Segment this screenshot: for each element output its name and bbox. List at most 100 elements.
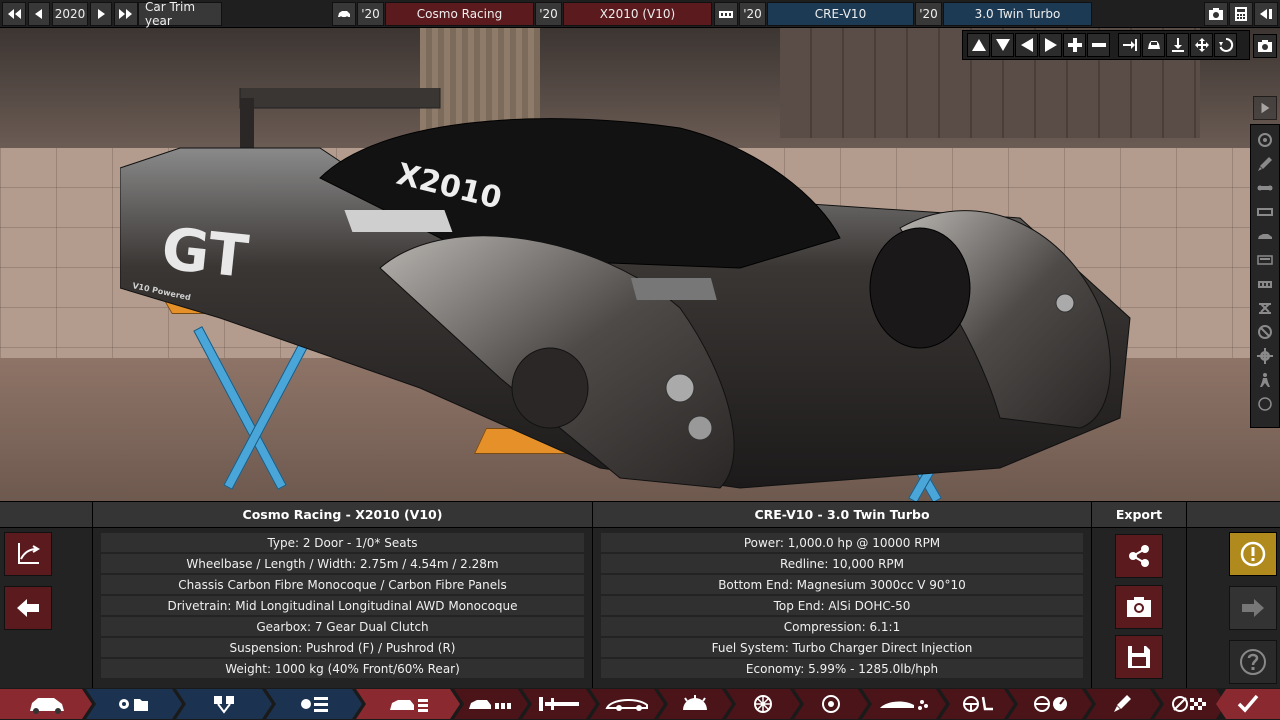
triangle-left-icon (1020, 38, 1033, 52)
lift-icon (1259, 303, 1271, 314)
next-year-button[interactable] (90, 2, 112, 26)
engine-icon-button[interactable] (714, 2, 738, 26)
triangle-up-icon (971, 39, 986, 51)
pan-button[interactable] (1190, 33, 1213, 57)
wheel-icon (733, 693, 793, 715)
car-profile-icon (597, 693, 657, 715)
model-selector[interactable]: X2010 (V10) (563, 2, 712, 26)
engine-variant-selector[interactable]: 3.0 Twin Turbo (943, 2, 1092, 26)
sidebar-suspension[interactable] (1253, 177, 1277, 199)
sidebar-driver[interactable] (1253, 369, 1277, 391)
car-3d-viewport[interactable]: GT V10 Powered X2010 (0, 28, 1280, 501)
nav-interior[interactable] (940, 689, 1014, 719)
nav-car-project[interactable] (356, 689, 460, 719)
car-info-chassis: Chassis Carbon Fibre Monocoque / Carbon … (101, 575, 584, 594)
finish-flag-icon (1160, 693, 1220, 715)
circle-icon (1258, 397, 1272, 411)
car-seats-icon (461, 693, 521, 715)
nav-body-style[interactable] (590, 689, 664, 719)
sidebar-lift[interactable] (1253, 297, 1277, 319)
sidebar-view[interactable] (1253, 393, 1277, 415)
confirm-button[interactable] (1216, 689, 1280, 719)
double-left-icon (8, 9, 21, 19)
variant-year: '20 (915, 2, 942, 26)
grille-sun-icon (665, 693, 725, 715)
exit-button[interactable] (1254, 2, 1278, 26)
car-info-drivetrain: Drivetrain: Mid Longitudinal Longitudina… (101, 596, 584, 615)
export-photo-button[interactable] (1115, 585, 1163, 629)
zoom-out-button[interactable] (1087, 33, 1110, 57)
nav-car-body[interactable] (454, 689, 528, 719)
arrow-left-icon (17, 599, 39, 617)
car-info-weight: Weight: 1000 kg (40% Front/60% Rear) (101, 659, 584, 678)
arrow-to-line-icon (1122, 39, 1137, 51)
screenshot-button[interactable] (1204, 2, 1228, 26)
sidebar-wheels[interactable] (1253, 129, 1277, 151)
graph-icon (18, 543, 40, 564)
stats-graph-button[interactable] (4, 532, 52, 576)
viewport-photo-button[interactable] (1253, 34, 1277, 58)
rotate-icon (1218, 37, 1233, 52)
person-icon (1260, 373, 1270, 387)
car-model-icon-button[interactable] (332, 2, 356, 26)
nav-testing[interactable] (1154, 689, 1226, 719)
menu-button[interactable] (1229, 2, 1253, 26)
tire-icon (1258, 325, 1272, 339)
engine-icon (719, 11, 733, 18)
sidebar-panel[interactable] (1253, 201, 1277, 223)
next-button[interactable] (1229, 586, 1277, 630)
warning-button[interactable] (1229, 532, 1277, 576)
forward-year-button[interactable] (114, 2, 138, 26)
nav-aero[interactable] (862, 689, 946, 719)
sidebar-fixtures[interactable] (1253, 249, 1277, 271)
part-selector-sidebar (1250, 124, 1280, 428)
sidebar-settings[interactable] (1253, 345, 1277, 367)
engine-info-title: CRE-V10 - 3.0 Twin Turbo (593, 502, 1091, 528)
calculator-icon (1235, 7, 1247, 21)
sidebar-body[interactable] (1253, 225, 1277, 247)
drop-down-button[interactable] (1166, 33, 1189, 57)
nav-paint[interactable] (1086, 689, 1160, 719)
zoom-in-button[interactable] (1063, 33, 1086, 57)
sidebar-engine[interactable] (1253, 273, 1277, 295)
gear-icon (1257, 348, 1273, 364)
engine-family-selector[interactable]: CRE-V10 (767, 2, 914, 26)
car-view-button[interactable] (1142, 33, 1165, 57)
nav-wheels[interactable] (726, 689, 800, 719)
nav-engine-parts[interactable] (176, 689, 272, 719)
side-panel-expand-button[interactable] (1253, 96, 1277, 120)
company-selector[interactable]: Cosmo Racing (385, 2, 534, 26)
designer-step-nav (0, 688, 1280, 720)
move-down-button[interactable] (991, 33, 1014, 57)
floppy-disk-icon (1128, 646, 1150, 668)
model-year: '20 (357, 2, 384, 26)
nav-chassis[interactable] (522, 689, 596, 719)
info-panel: Cosmo Racing - X2010 (V10) Type: 2 Door … (0, 501, 1280, 689)
snap-right-button[interactable] (1118, 33, 1141, 57)
race-car-model: GT V10 Powered X2010 (120, 88, 1131, 489)
help-button[interactable] (1229, 640, 1277, 684)
nav-engine-project[interactable] (86, 689, 182, 719)
engine-folder-icon (104, 693, 164, 715)
viewport-toolbar (962, 30, 1250, 60)
sidebar-tires[interactable] (1253, 321, 1277, 343)
car-decal-gt: GT (159, 214, 252, 291)
sidebar-paint[interactable] (1253, 153, 1277, 175)
back-button[interactable] (4, 586, 52, 630)
steering-gauge-icon (1020, 693, 1080, 715)
nav-fixtures[interactable] (658, 689, 732, 719)
move-right-button[interactable] (1039, 33, 1062, 57)
triangle-down-icon (995, 39, 1010, 51)
move-up-button[interactable] (967, 33, 990, 57)
car-front-icon (1147, 41, 1160, 49)
move-left-button[interactable] (1015, 33, 1038, 57)
share-button[interactable] (1115, 534, 1163, 578)
rewind-year-button[interactable] (2, 2, 26, 26)
nav-brakes[interactable] (794, 689, 868, 719)
nav-car-overview[interactable] (0, 689, 92, 719)
save-button[interactable] (1115, 635, 1163, 679)
nav-engine-tuning[interactable] (266, 689, 362, 719)
prev-year-button[interactable] (28, 2, 50, 26)
nav-tuning[interactable] (1008, 689, 1092, 719)
reset-view-button[interactable] (1214, 33, 1237, 57)
